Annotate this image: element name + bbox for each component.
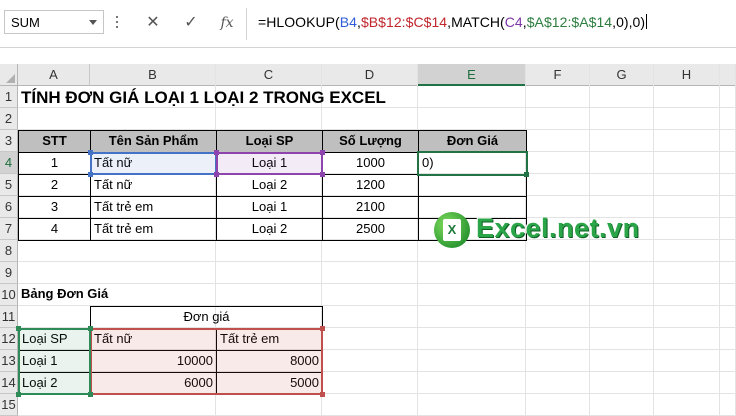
column-header-b[interactable]: B bbox=[90, 64, 216, 86]
row-header-8[interactable]: 8 bbox=[0, 240, 18, 262]
gridline bbox=[18, 261, 736, 262]
reference-b12-c14 bbox=[90, 328, 323, 395]
product-type-cell[interactable]: Loại 2 bbox=[216, 174, 323, 197]
price-group-header[interactable]: Đơn giá bbox=[90, 306, 323, 329]
watermark-logo: X Excel.net.vn bbox=[434, 210, 644, 250]
product-name-cell[interactable]: Tất nữ bbox=[90, 174, 217, 197]
resize-handle[interactable] bbox=[88, 172, 93, 177]
resize-handle[interactable] bbox=[16, 326, 21, 331]
resize-handle[interactable] bbox=[88, 392, 93, 397]
gridline bbox=[719, 64, 720, 416]
chevron-down-icon[interactable] bbox=[89, 20, 97, 25]
formula-token: $A$12:$A$14 bbox=[526, 14, 613, 30]
watermark-icon-letter: X bbox=[443, 219, 461, 241]
column-header-e[interactable]: E bbox=[418, 64, 526, 86]
row-header-2[interactable]: 2 bbox=[0, 108, 18, 130]
reference-c4 bbox=[216, 152, 323, 175]
resize-handle[interactable] bbox=[320, 172, 325, 177]
product-name-cell[interactable]: Tất trẻ em bbox=[90, 218, 217, 241]
reference-b4 bbox=[90, 152, 217, 175]
name-box[interactable]: SUM bbox=[4, 10, 104, 34]
row-header-11[interactable]: 11 bbox=[0, 306, 18, 328]
resize-handle[interactable] bbox=[320, 150, 325, 155]
formula-token: ,0),0) bbox=[612, 14, 646, 30]
resize-handle[interactable] bbox=[214, 172, 219, 177]
column-header-g[interactable]: G bbox=[590, 64, 654, 86]
row-header-7[interactable]: 7 bbox=[0, 218, 18, 240]
column-header-h[interactable]: H bbox=[654, 64, 720, 86]
table-header-cell[interactable]: Số Lượng bbox=[322, 130, 419, 153]
fill-handle[interactable] bbox=[524, 172, 529, 177]
divider bbox=[0, 47, 736, 48]
table-header-cell[interactable]: Tên Sản Phẩm bbox=[90, 130, 217, 153]
resize-handle[interactable] bbox=[88, 326, 93, 331]
quantity-cell[interactable]: 1200 bbox=[322, 174, 419, 197]
stt-cell[interactable]: 1 bbox=[18, 152, 91, 175]
resize-handle[interactable] bbox=[16, 392, 21, 397]
table-header-cell[interactable]: Đơn Giá bbox=[418, 130, 527, 153]
resize-handle[interactable] bbox=[320, 392, 325, 397]
quantity-cell[interactable]: 1000 bbox=[322, 152, 419, 175]
column-header-d[interactable]: D bbox=[322, 64, 418, 86]
select-all-corner[interactable] bbox=[0, 64, 18, 86]
resize-handle[interactable] bbox=[88, 150, 93, 155]
formula-token: B4 bbox=[339, 14, 357, 30]
row-header-12[interactable]: 12 bbox=[0, 328, 18, 350]
active-cell-e4[interactable] bbox=[417, 151, 528, 176]
price-table-label[interactable]: Bảng Đơn Giá bbox=[18, 284, 108, 307]
row-header-15[interactable]: 15 bbox=[0, 394, 18, 416]
column-header-filler bbox=[720, 64, 736, 86]
row-header-13[interactable]: 13 bbox=[0, 350, 18, 372]
quantity-cell[interactable]: 2500 bbox=[322, 218, 419, 241]
row-header-14[interactable]: 14 bbox=[0, 372, 18, 394]
row-header-9[interactable]: 9 bbox=[0, 262, 18, 284]
gridline bbox=[18, 107, 736, 108]
product-type-cell[interactable]: Loại 2 bbox=[216, 218, 323, 241]
row-header-1[interactable]: 1 bbox=[0, 86, 18, 108]
insert-function-icon[interactable]: fx bbox=[216, 12, 238, 34]
column-header-f[interactable]: F bbox=[526, 64, 590, 86]
quantity-cell[interactable]: 2100 bbox=[322, 196, 419, 219]
row-header-6[interactable]: 6 bbox=[0, 196, 18, 218]
stt-cell[interactable]: 3 bbox=[18, 196, 91, 219]
row-header-10[interactable]: 10 bbox=[0, 284, 18, 306]
row-header-4[interactable]: 4 bbox=[0, 152, 18, 174]
column-header-a[interactable]: A bbox=[18, 64, 90, 86]
drag-handle-icon[interactable] bbox=[116, 14, 119, 30]
formula-token: =HLOOKUP( bbox=[258, 14, 340, 30]
cancel-icon[interactable]: ✕ bbox=[142, 12, 164, 34]
watermark-text: Excel.net.vn bbox=[476, 213, 640, 243]
reference-a12-a14 bbox=[18, 328, 91, 395]
divider bbox=[246, 8, 247, 40]
excel-logo-icon: X bbox=[434, 212, 470, 248]
stt-cell[interactable]: 4 bbox=[18, 218, 91, 241]
table-header-cell[interactable]: Loại SP bbox=[216, 130, 323, 153]
row-header-5[interactable]: 5 bbox=[0, 174, 18, 196]
text-cursor bbox=[646, 14, 648, 29]
column-header-c[interactable]: C bbox=[216, 64, 322, 86]
unit-price-cell[interactable] bbox=[418, 174, 527, 197]
product-name-cell[interactable]: Tất trẻ em bbox=[90, 196, 217, 219]
formula-token: ,MATCH( bbox=[447, 14, 505, 30]
sheet-title[interactable]: TÍNH ĐƠN GIÁ LOẠI 1 LOẠI 2 TRONG EXCEL bbox=[18, 86, 386, 109]
row-header-3[interactable]: 3 bbox=[0, 130, 18, 152]
formula-bar: SUM ✕ ✓ fx =HLOOKUP(B4,$B$12:$C$14,MATCH… bbox=[0, 0, 736, 48]
gridline bbox=[653, 64, 654, 416]
formula-token: C4 bbox=[504, 14, 523, 30]
resize-handle[interactable] bbox=[214, 150, 219, 155]
name-box-value: SUM bbox=[11, 15, 40, 30]
enter-icon[interactable]: ✓ bbox=[180, 12, 202, 34]
resize-handle[interactable] bbox=[320, 326, 325, 331]
stt-cell[interactable]: 2 bbox=[18, 174, 91, 197]
table-header-cell[interactable]: STT bbox=[18, 130, 91, 153]
gridline bbox=[18, 283, 736, 284]
formula-token: $B$12:$C$14 bbox=[360, 14, 448, 30]
product-type-cell[interactable]: Loại 1 bbox=[216, 196, 323, 219]
formula-input[interactable]: =HLOOKUP(B4,$B$12:$C$14,MATCH(C4,$A$12:$… bbox=[258, 14, 648, 30]
